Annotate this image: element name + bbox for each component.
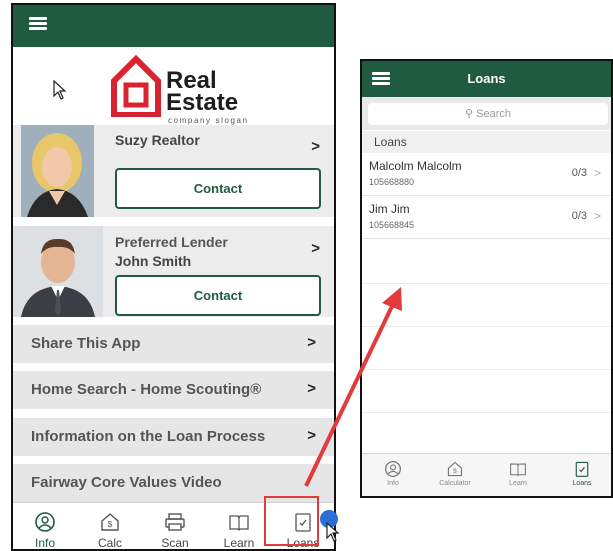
annotation-arrow bbox=[304, 287, 402, 487]
